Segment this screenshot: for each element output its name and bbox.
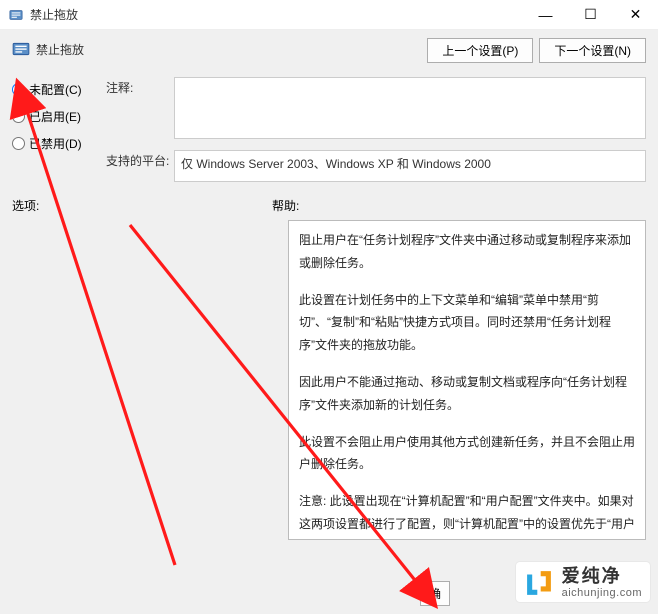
help-text: 此设置在计划任务中的上下文菜单和“编辑”菜单中禁用“剪切”、“复制”和“粘贴”快… bbox=[299, 289, 635, 357]
radio-enabled[interactable]: 已启用(E) bbox=[12, 108, 94, 125]
radio-column: 未配置(C) 已启用(E) 已禁用(D) bbox=[12, 77, 94, 193]
close-button[interactable]: ✕ bbox=[613, 0, 658, 29]
comment-label: 注释: bbox=[106, 77, 174, 96]
app-icon bbox=[8, 7, 24, 23]
ok-button[interactable]: 确 bbox=[420, 581, 450, 606]
radio-disabled-label: 已禁用(D) bbox=[29, 135, 82, 152]
maximize-button[interactable]: ☐ bbox=[568, 0, 613, 29]
bottom-buttons: 确 bbox=[420, 581, 450, 606]
radio-disabled-input[interactable] bbox=[12, 137, 25, 150]
radio-enabled-label: 已启用(E) bbox=[29, 108, 81, 125]
policy-icon bbox=[12, 40, 30, 58]
minimize-button[interactable]: — bbox=[523, 0, 568, 29]
titlebar: 禁止拖放 — ☐ ✕ bbox=[0, 0, 658, 30]
watermark-en: aichunjing.com bbox=[562, 587, 642, 599]
watermark-cn: 爱纯净 bbox=[562, 567, 642, 587]
help-text: 此设置不会阻止用户使用其他方式创建新任务，并且不会阻止用户删除任务。 bbox=[299, 431, 635, 477]
platforms-textarea[interactable] bbox=[174, 150, 646, 182]
help-text: 阻止用户在“任务计划程序”文件夹中通过移动或复制程序来添加或删除任务。 bbox=[299, 229, 635, 275]
window-title: 禁止拖放 bbox=[30, 6, 523, 23]
help-text: 注意: 此设置出现在“计算机配置”和“用户配置”文件夹中。如果对这两项设置都进行… bbox=[299, 490, 635, 540]
watermark-logo-icon bbox=[522, 566, 556, 600]
watermark: 爱纯净 aichunjing.com bbox=[516, 562, 650, 602]
radio-not-configured-input[interactable] bbox=[12, 83, 25, 96]
radio-not-configured-label: 未配置(C) bbox=[29, 81, 82, 98]
radio-enabled-input[interactable] bbox=[12, 110, 25, 123]
platforms-label: 支持的平台: bbox=[106, 150, 174, 169]
help-header: 帮助: bbox=[272, 197, 646, 214]
window-controls: — ☐ ✕ bbox=[523, 0, 658, 29]
policy-title: 禁止拖放 bbox=[36, 41, 84, 58]
radio-disabled[interactable]: 已禁用(D) bbox=[12, 135, 94, 152]
prev-setting-button[interactable]: 上一个设置(P) bbox=[427, 38, 533, 63]
comment-textarea[interactable] bbox=[174, 77, 646, 139]
radio-not-configured[interactable]: 未配置(C) bbox=[12, 81, 94, 98]
subheader: 禁止拖放 上一个设置(P) 下一个设置(N) bbox=[0, 30, 658, 69]
options-header: 选项: bbox=[12, 197, 272, 214]
fields-column: 注释: 支持的平台: bbox=[106, 77, 646, 193]
next-setting-button[interactable]: 下一个设置(N) bbox=[539, 38, 646, 63]
main-body: 未配置(C) 已启用(E) 已禁用(D) 注释: 支持的平台: bbox=[0, 69, 658, 193]
help-text: 因此用户不能通过拖动、移动或复制文档或程序向“任务计划程序”文件夹添加新的计划任… bbox=[299, 371, 635, 417]
lower-section: 选项: 帮助: 阻止用户在“任务计划程序”文件夹中通过移动或复制程序来添加或删除… bbox=[0, 193, 658, 540]
help-panel[interactable]: 阻止用户在“任务计划程序”文件夹中通过移动或复制程序来添加或删除任务。 此设置在… bbox=[288, 220, 646, 540]
